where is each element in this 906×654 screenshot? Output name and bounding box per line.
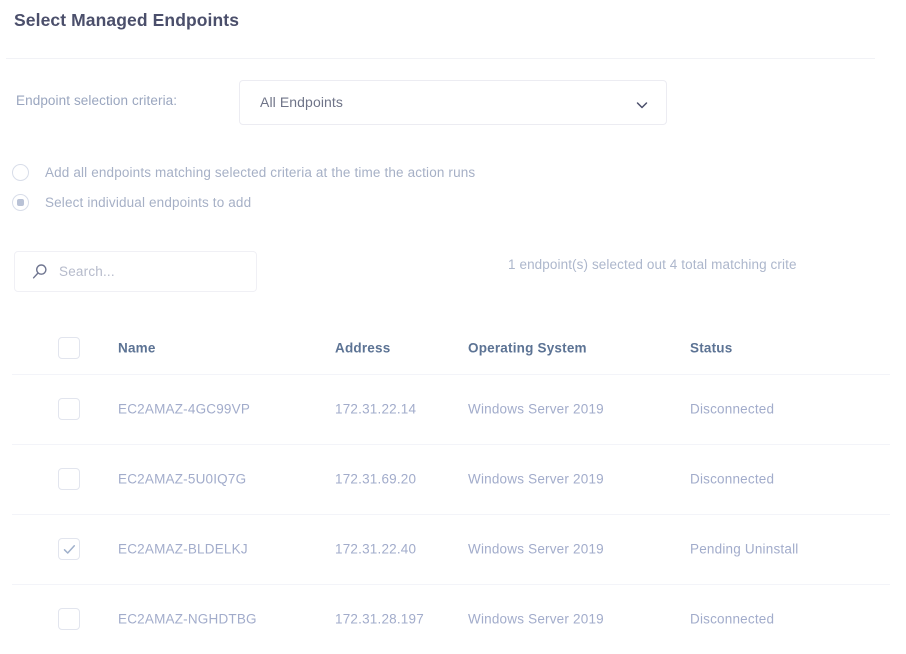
row-address: 172.31.22.14 [335,401,417,417]
table-header-row: Name Address Operating System Status [0,322,906,375]
radio-add-all-matching[interactable]: Add all endpoints matching selected crit… [12,157,475,187]
column-header-status[interactable]: Status [690,341,732,356]
row-name: EC2AMAZ-4GC99VP [118,401,251,417]
row-address: 172.31.28.197 [335,611,424,627]
table-row[interactable]: EC2AMAZ-BLDELKJ 172.31.22.40 Windows Ser… [0,514,906,585]
radio-add-all-matching-label: Add all endpoints matching selected crit… [45,164,476,180]
row-address: 172.31.69.20 [335,471,417,487]
search-placeholder: Search... [59,264,115,279]
column-header-operating-system[interactable]: Operating System [468,341,587,356]
row-status: Disconnected [690,611,775,627]
endpoints-table: Name Address Operating System Status EC2… [0,322,906,654]
row-name: EC2AMAZ-BLDELKJ [118,541,248,557]
endpoint-add-mode-radio-group: Add all endpoints matching selected crit… [12,157,475,217]
page-title: Select Managed Endpoints [14,10,240,30]
row-name: EC2AMAZ-5U0IQ7G [118,471,247,487]
header-divider [6,58,875,59]
table-row[interactable]: EC2AMAZ-4GC99VP 172.31.22.14 Windows Ser… [0,374,906,445]
row-operating-system: Windows Server 2019 [468,401,604,417]
row-status: Pending Uninstall [690,541,799,557]
row-name: EC2AMAZ-NGHDTBG [118,611,257,627]
row-checkbox[interactable] [58,608,80,630]
row-address: 172.31.22.40 [335,541,417,557]
chevron-down-icon [636,98,648,110]
row-operating-system: Windows Server 2019 [468,611,604,627]
radio-select-individual-label: Select individual endpoints to add [45,194,252,210]
radio-select-individual[interactable]: Select individual endpoints to add [12,187,475,217]
column-header-address[interactable]: Address [335,341,390,356]
endpoint-criteria-label: Endpoint selection criteria: [16,93,178,108]
row-checkbox-cell[interactable] [58,538,80,560]
row-operating-system: Windows Server 2019 [468,471,604,487]
row-checkbox-cell[interactable] [58,608,80,630]
table-row[interactable]: EC2AMAZ-NGHDTBG 172.31.28.197 Windows Se… [0,584,906,654]
select-all-checkbox[interactable] [58,337,80,359]
table-row[interactable]: EC2AMAZ-5U0IQ7G 172.31.69.20 Windows Ser… [0,444,906,515]
endpoint-criteria-selected-value: All Endpoints [260,94,344,110]
row-checkbox[interactable] [58,468,80,490]
search-input[interactable]: Search... [14,251,257,292]
row-status: Disconnected [690,471,775,487]
select-all-checkbox-cell[interactable] [58,337,80,359]
endpoint-criteria-row: Endpoint selection criteria: All Endpoin… [16,80,676,126]
check-icon [63,543,76,556]
radio-selected-icon [12,193,29,211]
row-checkbox-cell[interactable] [58,398,80,420]
search-icon [31,263,49,281]
row-status: Disconnected [690,401,775,417]
row-checkbox[interactable] [58,398,80,420]
row-checkbox-cell[interactable] [58,468,80,490]
endpoint-criteria-select[interactable]: All Endpoints [239,80,667,125]
radio-unselected-icon [12,163,29,181]
select-managed-endpoints-panel: Select Managed Endpoints Endpoint select… [0,0,906,639]
selection-count-text: 1 endpoint(s) selected out 4 total match… [508,257,797,272]
row-checkbox[interactable] [58,538,80,560]
row-operating-system: Windows Server 2019 [468,541,604,557]
column-header-name[interactable]: Name [118,341,156,356]
